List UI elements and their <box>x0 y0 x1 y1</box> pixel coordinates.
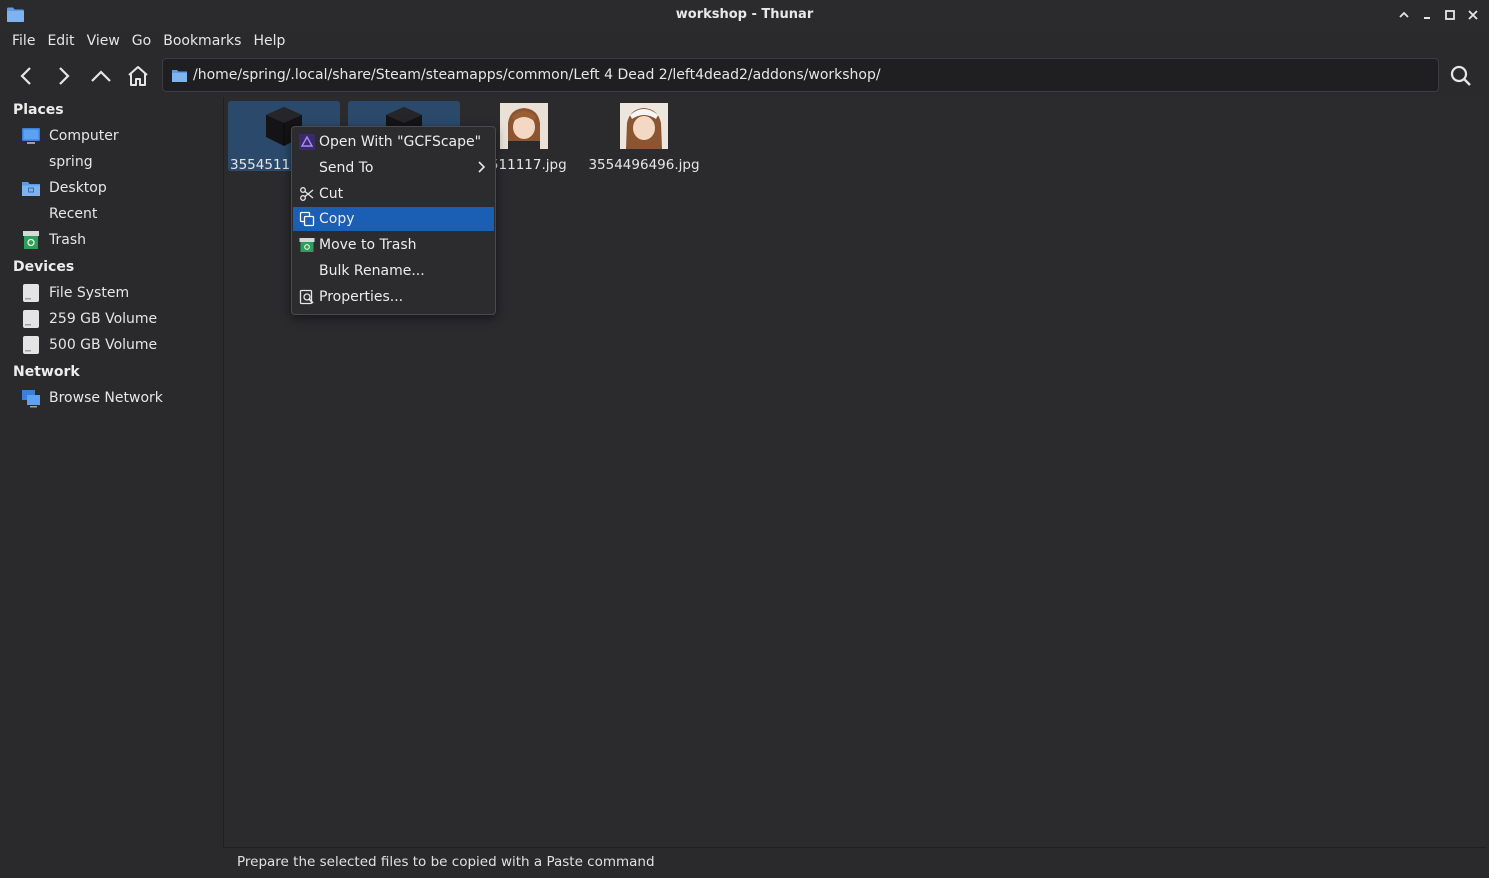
location-bar[interactable]: /home/spring/.local/share/Steam/steamapp… <box>162 58 1439 92</box>
sidebar-item-recent[interactable]: Recent <box>21 202 221 226</box>
close-icon <box>1468 10 1478 20</box>
status-text: Prepare the selected files to be copied … <box>237 854 655 870</box>
menu-item-label: Move to Trash <box>319 237 417 253</box>
network-heading: Network <box>13 364 80 380</box>
menu-item-label: Open With "GCFScape" <box>319 134 482 150</box>
location-path: /home/spring/.local/share/Steam/steamapp… <box>193 67 881 83</box>
home-icon <box>128 66 148 86</box>
search-button[interactable] <box>1446 61 1476 91</box>
menu-item-move-to-trash[interactable]: Move to Trash <box>293 233 494 257</box>
sidebar-item-500gb-volume[interactable]: 500 GB Volume <box>21 333 221 357</box>
trash-icon <box>21 230 41 250</box>
search-icon <box>1450 65 1471 86</box>
places-heading: Places <box>13 102 64 118</box>
sidebar-item-259gb-volume[interactable]: 259 GB Volume <box>21 307 221 331</box>
chevron-right-icon <box>478 161 486 173</box>
menu-go[interactable]: Go <box>128 31 159 53</box>
sidebar-item-label: Browse Network <box>49 390 163 406</box>
devices-heading: Devices <box>13 259 75 275</box>
sidebar-item-desktop[interactable]: Desktop <box>21 176 221 200</box>
bulk-rename-icon <box>298 262 316 280</box>
minimize-button[interactable] <box>1418 6 1436 24</box>
sidebar: Places Computer spring Desktop Recent Tr… <box>3 97 222 875</box>
maximize-button[interactable] <box>1441 6 1459 24</box>
trash-icon <box>298 236 316 254</box>
sidebar-item-label: File System <box>49 285 130 301</box>
file-name: 3554496496.jpg <box>588 157 700 173</box>
menu-item-label: Properties... <box>319 289 404 305</box>
drive-icon <box>21 309 41 329</box>
menu-bar: File Edit View Go Bookmarks Help <box>0 31 293 53</box>
sidebar-item-trash[interactable]: Trash <box>21 228 221 252</box>
menu-item-copy[interactable]: Copy <box>293 207 494 231</box>
properties-icon <box>298 288 316 306</box>
thunar-window: workshop - Thunar File Edit View Go Book… <box>0 0 1489 878</box>
menu-item-label: Cut <box>319 186 344 202</box>
menu-item-label: Copy <box>319 211 355 227</box>
menu-bookmarks[interactable]: Bookmarks <box>159 31 249 53</box>
desktop-folder-icon <box>21 178 41 198</box>
image-thumbnail <box>620 103 668 149</box>
file-item[interactable]: 3554496496.jpg <box>588 101 700 173</box>
title-bar: workshop - Thunar <box>0 0 1489 31</box>
shade-button[interactable] <box>1395 6 1413 24</box>
sidebar-item-label: Computer <box>49 128 119 144</box>
sidebar-item-label: 500 GB Volume <box>49 337 158 353</box>
menu-view[interactable]: View <box>83 31 128 53</box>
status-bar: Prepare the selected files to be copied … <box>223 847 1486 875</box>
minimize-icon <box>1424 17 1430 19</box>
up-button[interactable] <box>86 61 116 91</box>
menu-item-bulk-rename[interactable]: Bulk Rename... <box>293 259 494 283</box>
maximize-icon <box>1445 10 1455 20</box>
toolbar: /home/spring/.local/share/Steam/steamapp… <box>0 55 1489 97</box>
sidebar-item-browse-network[interactable]: Browse Network <box>21 386 221 410</box>
menu-edit[interactable]: Edit <box>43 31 82 53</box>
drive-icon <box>21 283 41 303</box>
chevron-left-icon <box>20 67 31 85</box>
copy-icon <box>298 210 316 228</box>
window-title: workshop - Thunar <box>675 7 814 22</box>
sidebar-item-label: 259 GB Volume <box>49 311 158 327</box>
close-button[interactable] <box>1464 6 1482 24</box>
sidebar-item-spring[interactable]: spring <box>21 150 221 174</box>
chevron-right-icon <box>59 67 70 85</box>
menu-file[interactable]: File <box>0 31 43 53</box>
computer-icon <box>21 126 41 146</box>
menu-item-open-with-gcfscape[interactable]: Open With "GCFScape" <box>293 130 494 154</box>
chevron-up-icon <box>91 70 111 82</box>
menu-item-send-to[interactable]: Send To <box>293 156 494 180</box>
sidebar-item-file-system[interactable]: File System <box>21 281 221 305</box>
sidebar-item-computer[interactable]: Computer <box>21 124 221 148</box>
sidebar-item-label: Recent <box>49 206 98 222</box>
forward-button[interactable] <box>48 61 78 91</box>
chevron-up-icon <box>1399 11 1409 18</box>
menu-help[interactable]: Help <box>249 31 293 53</box>
image-thumbnail <box>500 103 548 149</box>
network-icon <box>21 388 41 408</box>
menu-item-label: Bulk Rename... <box>319 263 425 279</box>
menu-item-cut[interactable]: Cut <box>293 182 494 206</box>
menu-item-label: Send To <box>319 160 374 176</box>
sidebar-item-label: Desktop <box>49 180 107 196</box>
cut-icon <box>298 185 316 203</box>
folder-icon <box>172 70 187 82</box>
home-button[interactable] <box>123 61 153 91</box>
context-menu: Open With "GCFScape" Send To Cut Copy Mo… <box>291 126 496 315</box>
drive-icon <box>21 335 41 355</box>
sidebar-item-label: Trash <box>49 232 86 248</box>
send-to-icon <box>298 159 316 177</box>
home-icon <box>21 152 41 172</box>
sidebar-item-label: spring <box>49 154 93 170</box>
gcfscape-icon <box>298 133 316 151</box>
back-button[interactable] <box>12 61 42 91</box>
recent-icon <box>21 204 41 224</box>
menu-item-properties[interactable]: Properties... <box>293 285 494 309</box>
